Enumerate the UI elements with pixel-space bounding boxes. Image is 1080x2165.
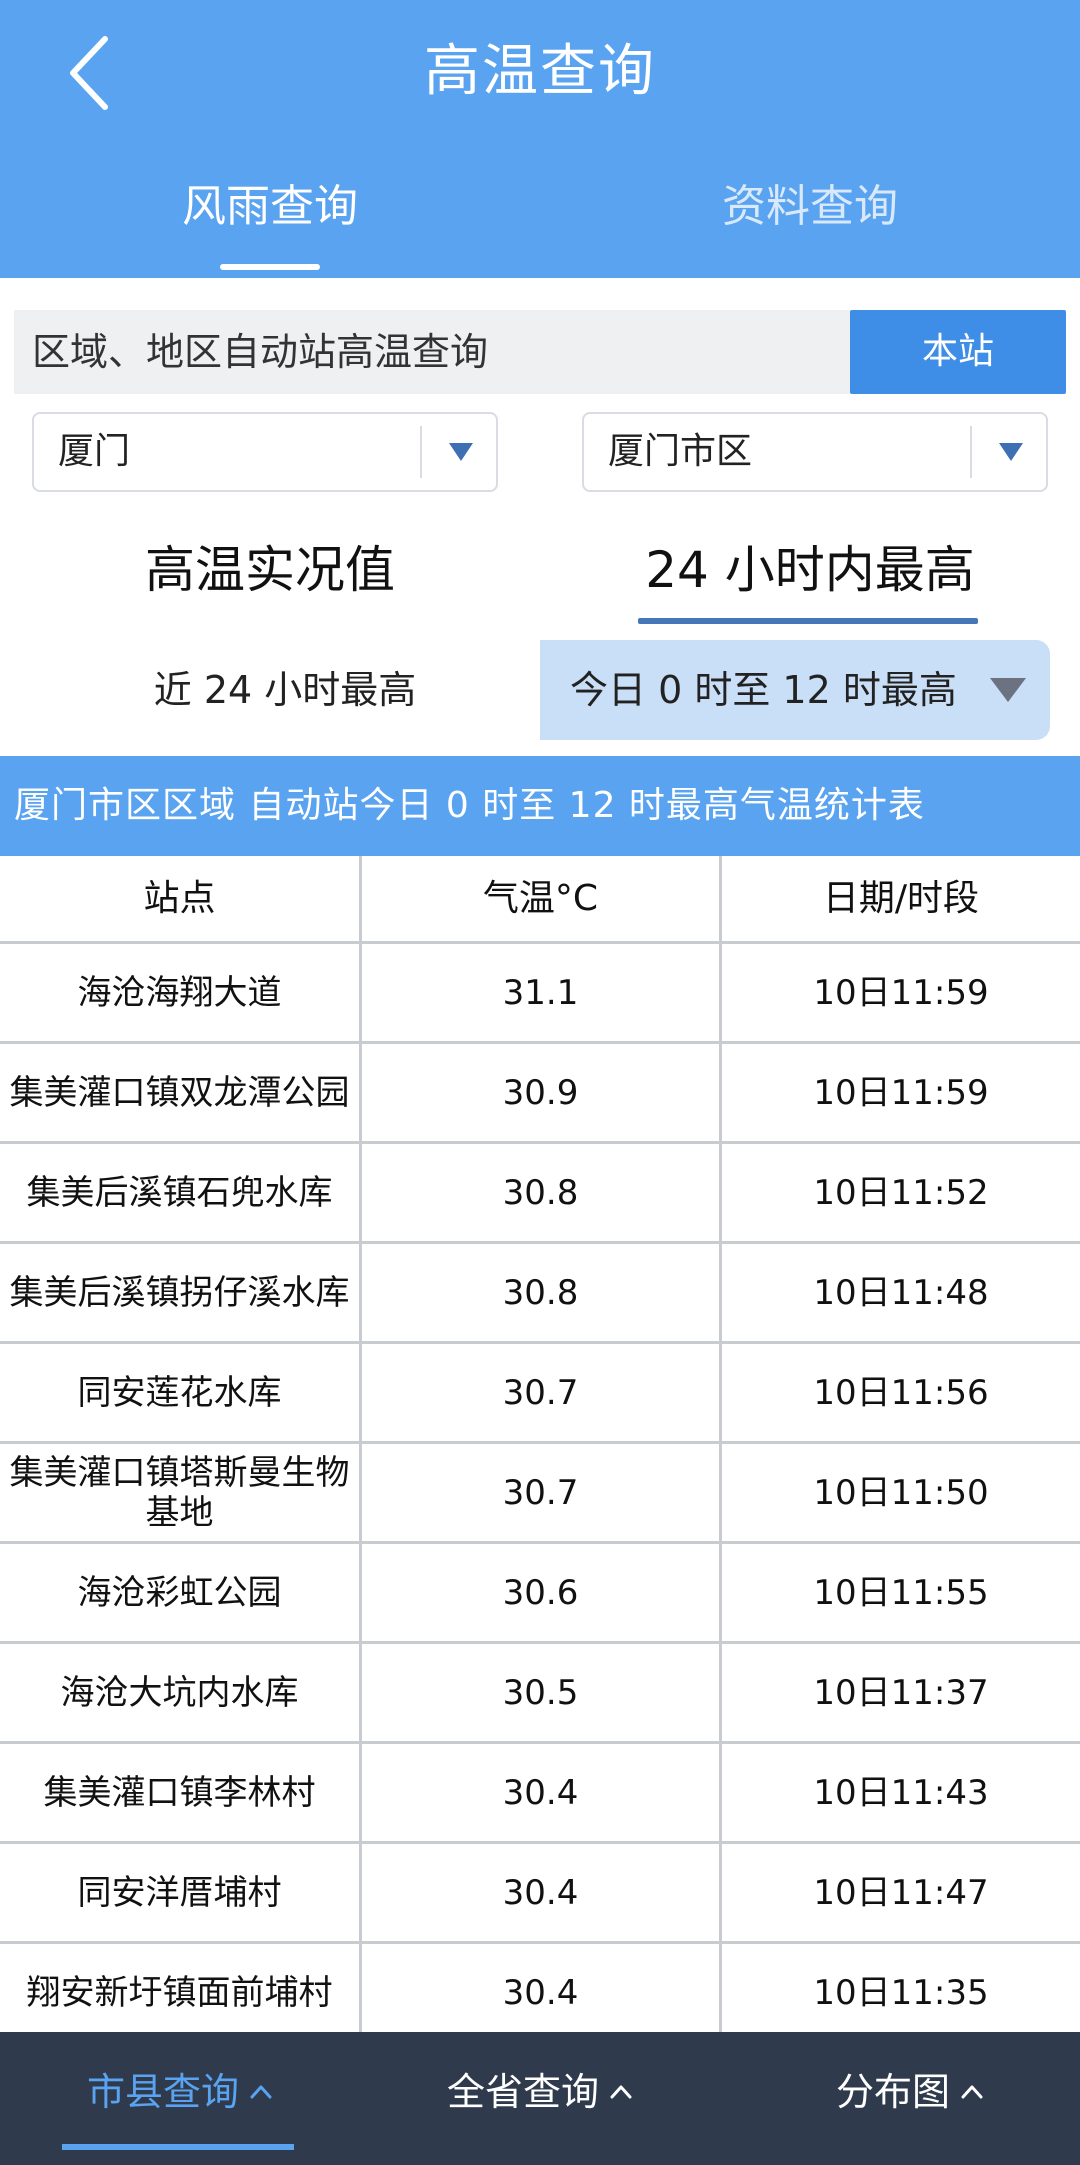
table-row[interactable]: 同安洋厝埔村 30.4 10日11:47 bbox=[0, 1844, 1080, 1944]
temp-cell: 30.5 bbox=[362, 1644, 722, 1741]
query-description-bar: 区域、地区自动站高温查询 bbox=[14, 310, 850, 394]
temp-cell: 30.9 bbox=[362, 1044, 722, 1141]
station-cell: 集美灌口镇双龙潭公园 bbox=[0, 1044, 362, 1141]
range-today-label: 今日 0 时至 12 时最高 bbox=[570, 668, 957, 712]
column-header-time: 日期/时段 bbox=[822, 877, 980, 919]
range-selector: 近 24 小时最高 今日 0 时至 12 时最高 bbox=[30, 640, 1050, 740]
time-cell: 10日11:50 bbox=[813, 1472, 989, 1513]
table-title: 厦门市区区域 自动站今日 0 时至 12 时最高气温统计表 bbox=[0, 756, 1080, 856]
mode-active-indicator bbox=[638, 618, 978, 624]
station-cell: 集美灌口镇塔斯曼生物基地 bbox=[0, 1444, 362, 1541]
area-select-value: 厦门市区 bbox=[608, 431, 753, 472]
time-cell: 10日11:35 bbox=[813, 1972, 989, 2013]
time-cell: 10日11:56 bbox=[813, 1372, 989, 1413]
station-cell: 海沧大坑内水库 bbox=[0, 1644, 362, 1741]
tab-24h-max[interactable]: 24 小时内最高 bbox=[620, 530, 1000, 610]
page-title: 高温查询 bbox=[424, 39, 656, 104]
table-row[interactable]: 海沧大坑内水库 30.5 10日11:37 bbox=[0, 1644, 1080, 1744]
temp-cell: 30.7 bbox=[362, 1444, 722, 1541]
this-station-button[interactable]: 本站 bbox=[850, 310, 1066, 394]
station-cell: 翔安新圩镇面前埔村 bbox=[0, 1944, 362, 2041]
temp-cell: 30.8 bbox=[362, 1244, 722, 1341]
table-header-row: 站点 气温°C 日期/时段 bbox=[0, 856, 1080, 944]
time-cell: 10日11:37 bbox=[813, 1672, 989, 1713]
station-cell: 海沧彩虹公园 bbox=[0, 1544, 362, 1641]
table-row[interactable]: 集美灌口镇双龙潭公园 30.9 10日11:59 bbox=[0, 1044, 1080, 1144]
temp-cell: 30.4 bbox=[362, 1944, 722, 2041]
city-select-value: 厦门 bbox=[58, 431, 131, 472]
temp-cell: 30.6 bbox=[362, 1544, 722, 1641]
chevron-up-icon bbox=[250, 2085, 272, 2098]
temp-cell: 30.8 bbox=[362, 1144, 722, 1241]
city-select[interactable]: 厦门 bbox=[32, 412, 498, 492]
chevron-up-icon bbox=[610, 2085, 632, 2098]
table-row[interactable]: 同安莲花水库 30.7 10日11:56 bbox=[0, 1344, 1080, 1444]
station-cell: 集美后溪镇拐仔溪水库 bbox=[0, 1244, 362, 1341]
select-divider bbox=[420, 426, 422, 478]
station-cell: 集美后溪镇石兜水库 bbox=[0, 1144, 362, 1241]
top-tabs: 风雨查询 资料查询 bbox=[0, 170, 1080, 278]
time-cell: 10日11:48 bbox=[813, 1272, 989, 1313]
nav-city-query[interactable]: 市县查询 bbox=[40, 2032, 320, 2152]
temp-cell: 30.4 bbox=[362, 1844, 722, 1941]
dropdown-arrow-icon bbox=[999, 443, 1023, 461]
query-description: 区域、地区自动站高温查询 bbox=[32, 330, 489, 374]
time-cell: 10日11:59 bbox=[813, 972, 989, 1013]
chevron-up-icon bbox=[961, 2085, 983, 2098]
table-row[interactable]: 集美灌口镇塔斯曼生物基地 30.7 10日11:50 bbox=[0, 1444, 1080, 1544]
header-bar: 高温查询 风雨查询 资料查询 bbox=[0, 0, 1080, 278]
table-row[interactable]: 海沧海翔大道 31.1 10日11:59 bbox=[0, 944, 1080, 1044]
tab-realtime-high[interactable]: 高温实况值 bbox=[80, 530, 460, 610]
column-header-station: 站点 bbox=[0, 856, 362, 941]
time-cell: 10日11:59 bbox=[813, 1072, 989, 1113]
area-select[interactable]: 厦门市区 bbox=[582, 412, 1048, 492]
station-cell: 同安莲花水库 bbox=[0, 1344, 362, 1441]
dropdown-arrow-icon bbox=[449, 443, 473, 461]
tab-active-indicator bbox=[220, 264, 320, 270]
column-header-temp: 气温°C bbox=[362, 856, 722, 941]
table-row[interactable]: 集美后溪镇拐仔溪水库 30.8 10日11:48 bbox=[0, 1244, 1080, 1344]
tab-data-query[interactable]: 资料查询 bbox=[540, 170, 1080, 270]
table-row[interactable]: 翔安新圩镇面前埔村 30.4 10日11:35 bbox=[0, 1944, 1080, 2044]
range-last-24h[interactable]: 近 24 小时最高 bbox=[30, 640, 540, 740]
station-cell: 同安洋厝埔村 bbox=[0, 1844, 362, 1941]
temp-cell: 30.7 bbox=[362, 1344, 722, 1441]
select-divider bbox=[970, 426, 972, 478]
nav-province-query[interactable]: 全省查询 bbox=[400, 2032, 680, 2152]
temp-cell: 31.1 bbox=[362, 944, 722, 1041]
time-cell: 10日11:43 bbox=[813, 1772, 989, 1813]
time-cell: 10日11:52 bbox=[813, 1172, 989, 1213]
table-row[interactable]: 集美灌口镇李林村 30.4 10日11:43 bbox=[0, 1744, 1080, 1844]
bottom-navigation: 市县查询 全省查询 分布图 bbox=[0, 2032, 1080, 2165]
station-cell: 海沧海翔大道 bbox=[0, 944, 362, 1041]
time-cell: 10日11:55 bbox=[813, 1572, 989, 1613]
temperature-table: 站点 气温°C 日期/时段 海沧海翔大道 31.1 10日11:59 集美灌口镇… bbox=[0, 856, 1080, 2044]
time-cell: 10日11:47 bbox=[813, 1872, 989, 1913]
nav-city-label: 市县查询 bbox=[86, 2070, 239, 2114]
temp-cell: 30.4 bbox=[362, 1744, 722, 1841]
tab-wind-rain[interactable]: 风雨查询 bbox=[0, 170, 540, 270]
range-today-0-12[interactable]: 今日 0 时至 12 时最高 bbox=[540, 640, 1050, 740]
nav-map-label: 分布图 bbox=[835, 2070, 950, 2114]
table-row[interactable]: 海沧彩虹公园 30.6 10日11:55 bbox=[0, 1544, 1080, 1644]
table-row[interactable]: 集美后溪镇石兜水库 30.8 10日11:52 bbox=[0, 1144, 1080, 1244]
nav-active-indicator bbox=[62, 2144, 294, 2150]
nav-distribution-map[interactable]: 分布图 bbox=[780, 2032, 1040, 2152]
dropdown-arrow-icon bbox=[990, 678, 1026, 702]
nav-province-label: 全省查询 bbox=[446, 2070, 599, 2114]
station-cell: 集美灌口镇李林村 bbox=[0, 1744, 362, 1841]
